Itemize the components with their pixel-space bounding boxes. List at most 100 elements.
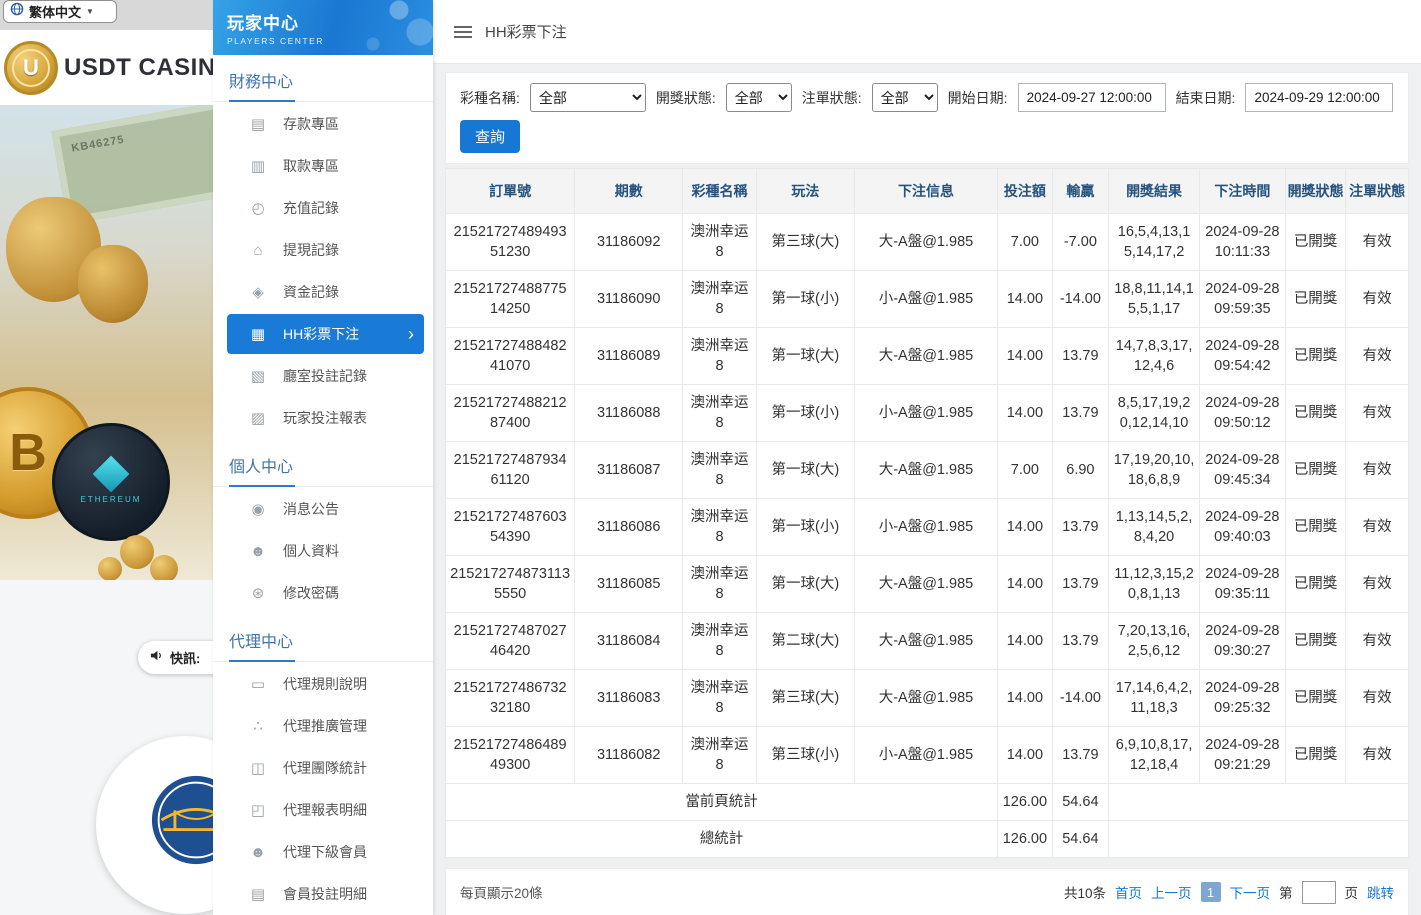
table-row: 215217274879346112031186087澳洲幸运8第一球(大)大-… <box>446 442 1409 499</box>
cell-order-status: 有效 <box>1346 214 1409 271</box>
sidebar-item-withdrawal-record[interactable]: ⌂提現記錄 <box>227 230 424 270</box>
column-header: 下注時間 <box>1199 169 1285 214</box>
cell-order: 2152172748793461120 <box>446 442 575 499</box>
cell-draw-status: 已開獎 <box>1285 328 1346 385</box>
cell-draw-status: 已開獎 <box>1285 670 1346 727</box>
cell-period: 31186087 <box>575 442 683 499</box>
cell-result: 11,12,3,15,20,8,1,13 <box>1109 556 1200 613</box>
cell-order: 2152172748949351230 <box>446 214 575 271</box>
draw-status-filter-select[interactable]: 全部 <box>726 83 792 112</box>
next-page-link[interactable]: 下一页 <box>1230 882 1271 902</box>
cell-lottery: 澳洲幸运8 <box>683 499 757 556</box>
cell-time: 2024-09-28 09:21:29 <box>1199 727 1285 784</box>
order-status-filter-label: 注單狀態: <box>802 88 862 108</box>
sidebar-item-agent-team-stats[interactable]: ◫代理團隊統計 <box>227 748 424 788</box>
news-ticker[interactable]: 快訊: <box>138 641 213 674</box>
table-header-row: 訂單號期數彩種名稱玩法下注信息投注額輸贏開獎結果下注時間開獎狀態注單狀態 <box>446 169 1409 214</box>
sidebar-item-agent-report-detail[interactable]: ◰代理報表明細 <box>227 790 424 830</box>
bet-detail-icon: ▤ <box>249 885 267 903</box>
cell-time: 2024-09-28 10:11:33 <box>1199 214 1285 271</box>
ticker-label: 快訊: <box>170 648 200 667</box>
order-status-filter-select[interactable]: 全部 <box>872 83 938 112</box>
bitcoin-symbol: B <box>9 423 47 483</box>
sidebar-item-player-bet-report[interactable]: ▨玩家投注報表 <box>227 398 424 438</box>
background-page: 繁体中文 ▼ U USDT CASINO KB46275 B ETHEREUM <box>0 0 213 915</box>
app-root: 繁体中文 ▼ U USDT CASINO KB46275 B ETHEREUM <box>0 0 1421 915</box>
bridge-logo-icon <box>150 774 213 871</box>
sidebar-item-agent-rules[interactable]: ▭代理規則說明 <box>227 664 424 704</box>
column-header: 彩種名稱 <box>683 169 757 214</box>
sidebar-item-withdraw[interactable]: ▥取款專區 <box>227 146 424 186</box>
sidebar-header: 玩家中心 PLAYERS CENTER <box>213 0 433 55</box>
cell-bet-info: 小-A盤@1.985 <box>854 271 997 328</box>
people-icon: ☻ <box>249 844 267 861</box>
cell-time: 2024-09-28 09:40:03 <box>1199 499 1285 556</box>
sidebar-item-profile[interactable]: ☻個人資料 <box>227 531 424 571</box>
cell-play: 第二球(大) <box>756 613 854 670</box>
cell-lottery: 澳洲幸运8 <box>683 670 757 727</box>
column-header: 下注信息 <box>854 169 997 214</box>
sidebar-item-room-bet-record[interactable]: ▧廳室投註記錄 <box>227 356 424 396</box>
lottery-filter-select[interactable]: 全部 <box>530 83 646 112</box>
total-summary-label: 總統計 <box>446 821 998 858</box>
cell-period: 31186082 <box>575 727 683 784</box>
sidebar-item-recharge-record[interactable]: ◴充值記錄 <box>227 188 424 228</box>
bell-icon: ◉ <box>249 500 267 518</box>
sidebar-item-member-bet-detail[interactable]: ▤會員投註明細 <box>227 874 424 914</box>
cell-period: 31186092 <box>575 214 683 271</box>
sidebar-item-agent-promotion[interactable]: ∴代理推廣管理 <box>227 706 424 746</box>
search-button[interactable]: 查詢 <box>460 120 520 153</box>
current-page-indicator[interactable]: 1 <box>1201 882 1221 902</box>
cell-play: 第一球(大) <box>756 442 854 499</box>
cell-bet-info: 大-A盤@1.985 <box>854 556 997 613</box>
column-header: 訂單號 <box>446 169 575 214</box>
language-label: 繁体中文 <box>29 2 81 21</box>
chart-icon: ◫ <box>249 759 267 777</box>
cell-period: 31186083 <box>575 670 683 727</box>
cell-play: 第一球(大) <box>756 328 854 385</box>
menu-toggle-icon[interactable] <box>454 31 472 33</box>
page-jump-input[interactable] <box>1302 881 1336 904</box>
column-header: 開獎結果 <box>1109 169 1200 214</box>
start-date-label: 開始日期: <box>948 88 1008 108</box>
filter-row: 彩種名稱: 全部 開獎狀態: 全部 注單狀態: 全部 開始日期: 結束日期: <box>460 83 1394 112</box>
cell-bet-info: 大-A盤@1.985 <box>854 214 997 271</box>
cell-bet-info: 大-A盤@1.985 <box>854 613 997 670</box>
jump-button[interactable]: 跳转 <box>1367 882 1394 902</box>
cell-lottery: 澳洲幸运8 <box>683 271 757 328</box>
sidebar-item-label: 代理報表明細 <box>283 800 367 820</box>
page-summary-label: 當前頁統計 <box>446 784 998 821</box>
sidebar-item-funds-record[interactable]: ◈資金記錄 <box>227 272 424 312</box>
sidebar-item-hh-lottery-bet[interactable]: ▦HH彩票下注› <box>227 314 424 354</box>
bets-table-panel: 訂單號期數彩種名稱玩法下注信息投注額輸贏開獎結果下注時間開獎狀態注單狀態 215… <box>445 168 1409 858</box>
sidebar-item-agent-members[interactable]: ☻代理下級會員 <box>227 832 424 872</box>
page-summary-empty <box>1109 784 1409 821</box>
cell-amount: 7.00 <box>998 442 1053 499</box>
end-date-input[interactable] <box>1245 83 1393 112</box>
cell-order: 2152172748648949300 <box>446 727 575 784</box>
table-row: 215217274887751425031186090澳洲幸运8第一球(小)小-… <box>446 271 1409 328</box>
sidebar-item-change-password[interactable]: ⊛修改密碼 <box>227 573 424 613</box>
total-summary-row: 總統計 126.00 54.64 <box>446 821 1409 858</box>
deposit-icon: ▤ <box>249 115 267 133</box>
total-summary-empty <box>1109 821 1409 858</box>
prev-page-link[interactable]: 上一页 <box>1151 882 1192 902</box>
cell-order-status: 有效 <box>1346 556 1409 613</box>
cell-winloss: 13.79 <box>1052 613 1109 670</box>
filter-panel: 彩種名稱: 全部 開獎狀態: 全部 注單狀態: 全部 開始日期: 結束日期: 查… <box>445 72 1409 164</box>
menu-section-title: 財務中心 <box>213 55 433 102</box>
sidebar-item-label: 存款專區 <box>283 114 339 134</box>
cell-order-status: 有效 <box>1346 613 1409 670</box>
sidebar-item-deposit[interactable]: ▤ 存款專區 <box>227 104 424 144</box>
sidebar-item-label: 代理推廣管理 <box>283 716 367 736</box>
cell-time: 2024-09-28 09:54:42 <box>1199 328 1285 385</box>
sidebar-item-announcements[interactable]: ◉消息公告 <box>227 489 424 529</box>
first-page-link[interactable]: 首页 <box>1115 882 1142 902</box>
cell-bet-info: 小-A盤@1.985 <box>854 385 997 442</box>
funds-record-icon: ◈ <box>249 283 267 301</box>
recharge-record-icon: ◴ <box>249 199 267 217</box>
language-selector[interactable]: 繁体中文 ▼ <box>3 0 117 23</box>
sidebar-menu: 財務中心 ▤ 存款專區 ▥取款專區◴充值記錄⌂提現記錄◈資金記錄▦HH彩票下注›▧廳室… <box>213 55 433 915</box>
start-date-input[interactable] <box>1018 83 1166 112</box>
menu-section-title: 個人中心 <box>213 440 433 487</box>
